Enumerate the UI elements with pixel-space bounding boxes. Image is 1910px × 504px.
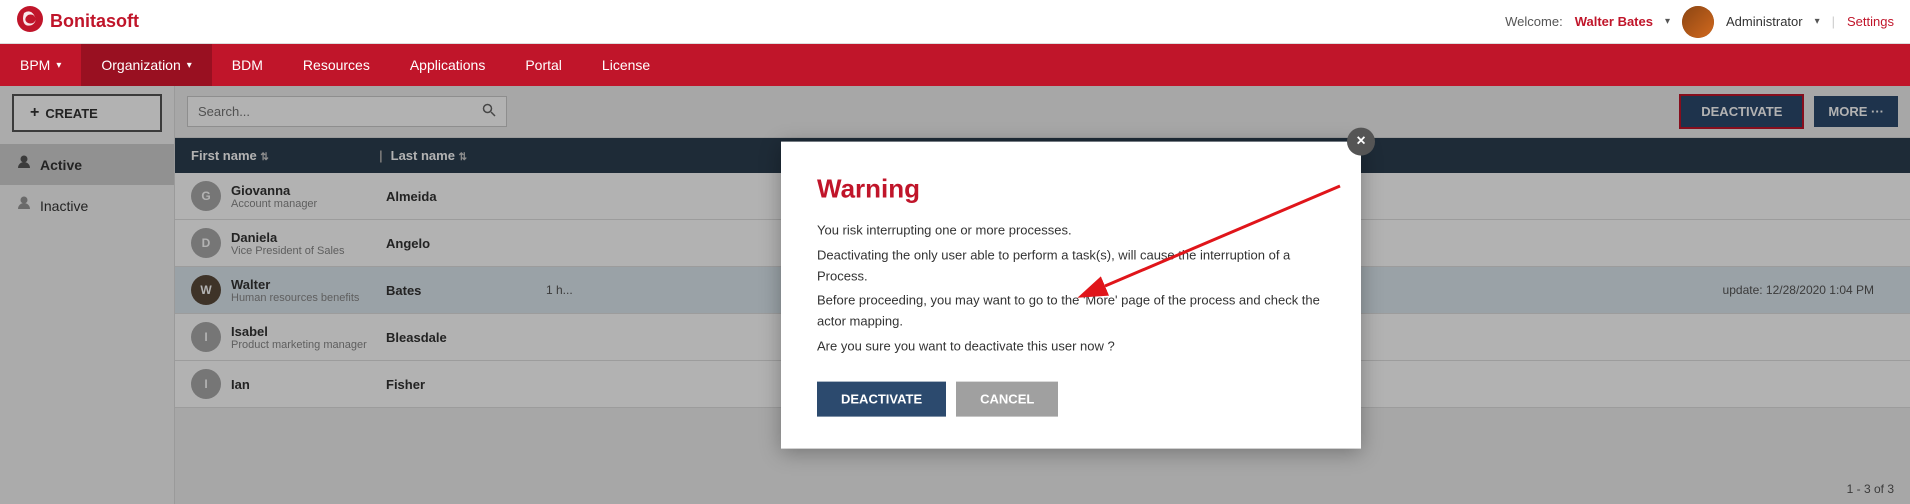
nav-resources-label: Resources — [303, 57, 370, 73]
nav-license-label: License — [602, 57, 650, 73]
nav-bar: BPM ▾ Organization ▾ BDM Resources Appli… — [0, 44, 1910, 86]
nav-applications-label: Applications — [410, 57, 486, 73]
logo-text: Bonitasoft — [50, 11, 139, 32]
content-area: + CREATE Active Inactive — [0, 86, 1910, 504]
nav-portal-label: Portal — [525, 57, 562, 73]
nav-bdm-label: BDM — [232, 57, 263, 73]
admin-dropdown-arrow[interactable]: ▾ — [1815, 16, 1820, 27]
modal-line1: You risk interrupting one or more proces… — [817, 221, 1325, 242]
top-right-area: Welcome: Walter Bates ▾ Administrator ▾ … — [1505, 6, 1894, 38]
logo-icon — [16, 5, 44, 39]
modal-line2: Deactivating the only user able to perfo… — [817, 245, 1325, 287]
welcome-label: Welcome: — [1505, 14, 1563, 29]
nav-resources[interactable]: Resources — [283, 44, 390, 86]
avatar-image — [1682, 6, 1714, 38]
modal-deactivate-button[interactable]: DEACTIVATE — [817, 381, 946, 416]
user-name-link[interactable]: Walter Bates — [1575, 14, 1653, 29]
nav-organization-label: Organization — [101, 57, 180, 73]
modal-cancel-button[interactable]: CANCEL — [956, 381, 1058, 416]
modal-line3: Before proceeding, you may want to go to… — [817, 291, 1325, 333]
avatar[interactable] — [1682, 6, 1714, 38]
modal-line4: Are you sure you want to deactivate this… — [817, 337, 1325, 358]
user-dropdown-arrow[interactable]: ▾ — [1665, 16, 1670, 27]
modal-close-button[interactable]: × — [1347, 128, 1375, 156]
separator: | — [1832, 14, 1835, 29]
modal-title: Warning — [817, 174, 1325, 205]
logo: Bonitasoft — [16, 5, 139, 39]
admin-label: Administrator — [1726, 14, 1803, 29]
nav-applications[interactable]: Applications — [390, 44, 506, 86]
nav-license[interactable]: License — [582, 44, 670, 86]
nav-organization[interactable]: Organization ▾ — [81, 44, 211, 86]
nav-bpm-arrow: ▾ — [56, 60, 61, 71]
modal-actions: DEACTIVATE CANCEL — [817, 381, 1325, 416]
nav-bpm-label: BPM — [20, 57, 50, 73]
nav-portal[interactable]: Portal — [505, 44, 582, 86]
warning-modal: × Warning You risk interrupting one or m… — [781, 142, 1361, 449]
nav-bpm[interactable]: BPM ▾ — [0, 44, 81, 86]
settings-link[interactable]: Settings — [1847, 14, 1894, 29]
nav-bdm[interactable]: BDM — [212, 44, 283, 86]
nav-organization-arrow: ▾ — [187, 60, 192, 71]
top-bar: Bonitasoft Welcome: Walter Bates ▾ Admin… — [0, 0, 1910, 44]
